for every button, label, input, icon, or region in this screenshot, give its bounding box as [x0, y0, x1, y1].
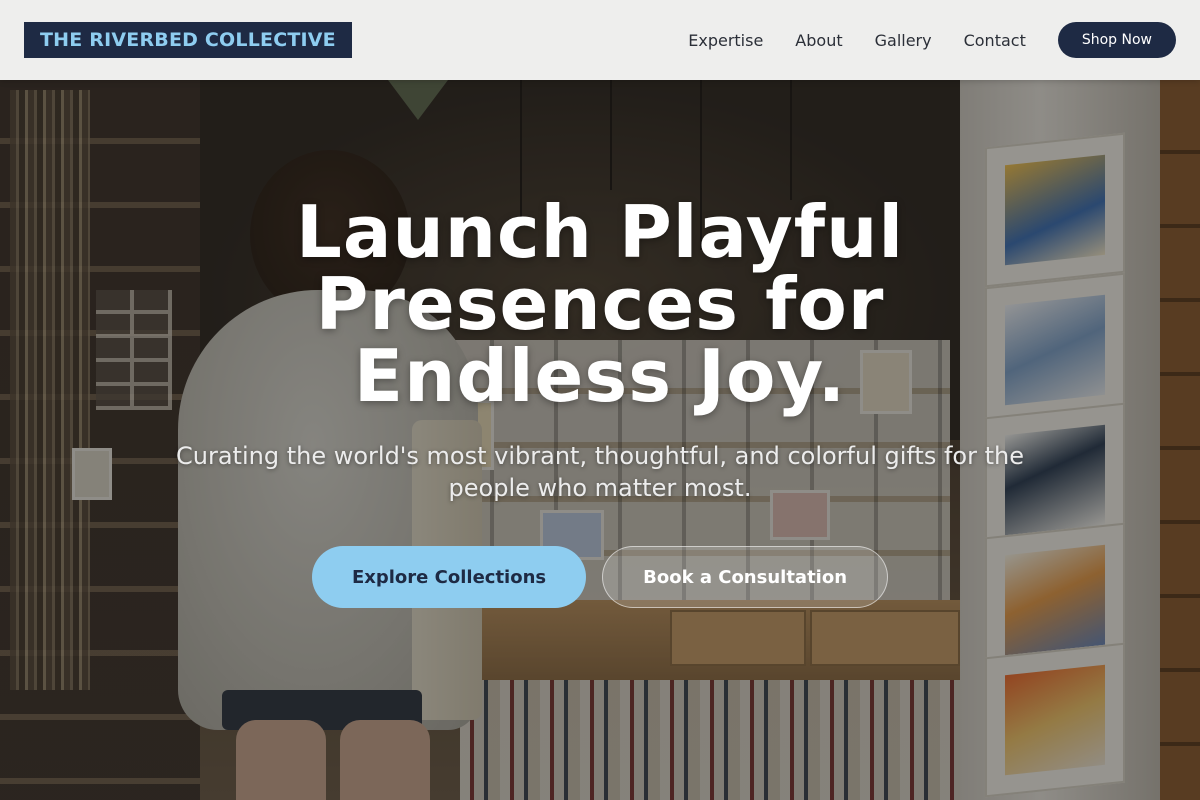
site-header: THE RIVERBED COLLECTIVE Expertise About …: [0, 0, 1200, 80]
nav-link-gallery[interactable]: Gallery: [875, 31, 932, 50]
hero-cta-group: Explore Collections Book a Consultation: [0, 546, 1200, 608]
brand-logo[interactable]: THE RIVERBED COLLECTIVE: [24, 22, 352, 58]
hero-section: Launch Playful Presences for Endless Joy…: [0, 196, 1200, 608]
nav-link-about[interactable]: About: [795, 31, 842, 50]
book-consultation-button[interactable]: Book a Consultation: [602, 546, 889, 608]
shop-now-button[interactable]: Shop Now: [1057, 22, 1176, 58]
hero-subtitle: Curating the world's most vibrant, thoug…: [176, 442, 1024, 502]
nav-link-expertise[interactable]: Expertise: [688, 31, 763, 50]
main-nav: Expertise About Gallery Contact Shop Now: [656, 22, 1176, 58]
explore-collections-button[interactable]: Explore Collections: [311, 546, 587, 608]
nav-link-contact[interactable]: Contact: [964, 31, 1026, 50]
hero-headline: Launch Playful Presences for Endless Joy…: [296, 190, 904, 418]
